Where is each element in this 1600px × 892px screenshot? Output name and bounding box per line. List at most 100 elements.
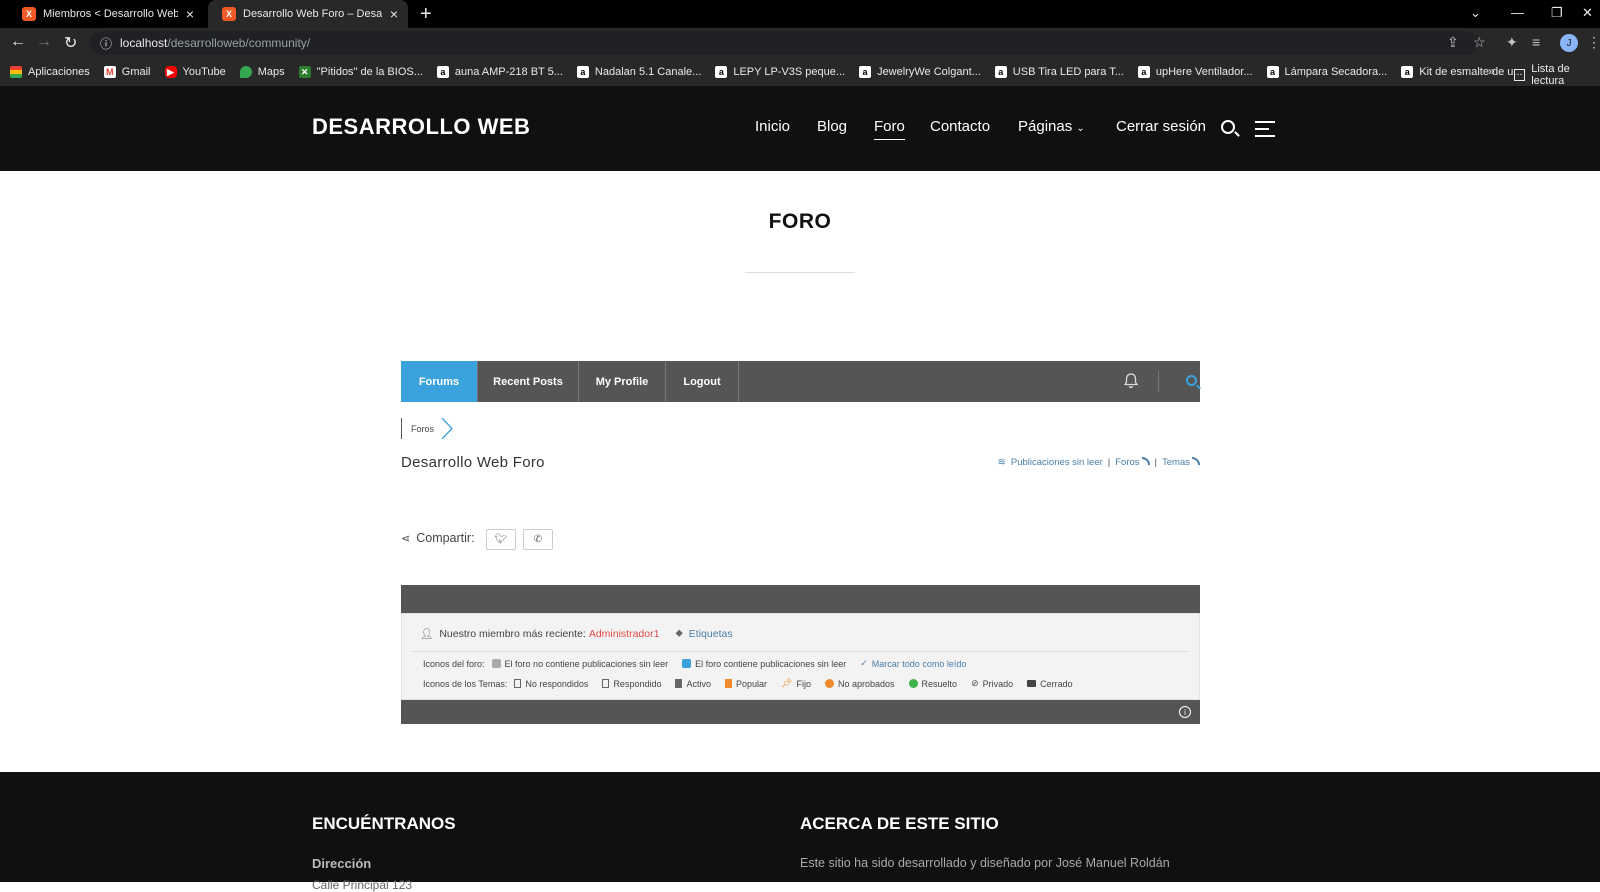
amazon-icon: a [576, 66, 589, 78]
nav-foro[interactable]: Foro [874, 118, 905, 140]
bookmark-item[interactable]: a Nadalan 5.1 Canale... [576, 66, 701, 78]
close-window-button[interactable]: ✕ [1582, 5, 1593, 21]
tab-logout[interactable]: Logout [666, 361, 739, 402]
minimize-button[interactable]: — [1511, 5, 1524, 20]
bookmark-label: upHere Ventilador... [1155, 66, 1253, 78]
reading-list[interactable]: Lista de lectura [1514, 63, 1600, 87]
newest-member-link[interactable]: Administrador1 [589, 628, 660, 640]
tags-link[interactable]: Etiquetas [689, 628, 733, 640]
extensions-icon[interactable]: ✦ [1506, 34, 1518, 51]
bookmark-item[interactable]: Aplicaciones [10, 66, 90, 78]
forums-rss-label: Foros [1115, 457, 1140, 468]
tab-my-profile[interactable]: My Profile [579, 361, 666, 402]
close-icon[interactable]: × [390, 6, 398, 22]
bookmark-item[interactable]: ▶ YouTube [164, 66, 226, 78]
amazon-icon: a [859, 66, 872, 78]
legend-text: El foro contiene publicaciones sin leer [695, 658, 847, 669]
chat-icon [491, 659, 501, 668]
amazon-icon: a [1266, 66, 1279, 78]
search-icon[interactable] [1221, 120, 1235, 134]
bookmark-label: "Pitidos" de la BIOS... [316, 66, 423, 78]
bookmark-item[interactable]: a Kit de esmalte de u... [1401, 66, 1523, 78]
browser-tab-forum[interactable]: X Desarrollo Web Foro – Desarrollo × [208, 0, 408, 28]
forward-icon[interactable]: → [36, 33, 52, 51]
close-icon[interactable]: × [186, 6, 194, 22]
newest-member-prefix: Nuestro miembro más reciente: [439, 627, 586, 640]
legend-text: Activo [686, 678, 711, 689]
site-brand[interactable]: DESARROLLO WEB [312, 114, 530, 140]
hamburger-menu-icon[interactable] [1255, 121, 1275, 142]
legend-no-unread: El foro no contiene publicaciones sin le… [491, 658, 676, 669]
legend-item: No respondidos [514, 679, 595, 689]
newest-member-row: 👤︎ Nuestro miembro más reciente: Adminis… [420, 627, 733, 640]
forum-search-icon[interactable] [1186, 375, 1197, 386]
nav-contacto[interactable]: Contacto [930, 118, 990, 135]
rss-icon [1192, 457, 1200, 465]
legend-text: Cerrado [1040, 678, 1073, 689]
bookmark-item[interactable]: a USB Tira LED para T... [994, 66, 1124, 78]
topics-rss-link[interactable]: Temas [1162, 457, 1200, 468]
whatsapp-share-button[interactable]: ✆ [523, 529, 553, 550]
nav-blog[interactable]: Blog [817, 118, 847, 135]
browser-toolbar: ← → ↻ ⓘ localhost/desarrolloweb/communit… [0, 28, 1600, 58]
bookmark-item[interactable]: a Lámpara Secadora... [1266, 66, 1387, 78]
browser-tab-members[interactable]: X Miembros < Desarrollo Web — W × [8, 0, 204, 28]
share-icon[interactable]: ⇪ [1447, 34, 1459, 51]
reading-list-label: Lista de lectura [1531, 63, 1570, 87]
address-bar[interactable]: ⓘ localhost/desarrolloweb/community/ [90, 31, 1478, 55]
nav-cerrar-sesion[interactable]: Cerrar sesión [1116, 118, 1206, 135]
tag-icon: ⬥ [675, 627, 683, 639]
nav-inicio[interactable]: Inicio [755, 118, 790, 135]
bookmark-label: YouTube [182, 66, 226, 78]
bell-icon[interactable] [1124, 373, 1138, 389]
nav-paginas[interactable]: Páginas ⌄ [1018, 118, 1085, 135]
forum-stats-panel: 👤︎ Nuestro miembro más reciente: Adminis… [401, 613, 1200, 700]
unread-posts-link[interactable]: Publicaciones sin leer [1011, 457, 1103, 468]
bookmark-item[interactable]: ✕ "Pitidos" de la BIOS... [298, 66, 423, 78]
restore-button[interactable]: ❐ [1551, 5, 1563, 21]
tab-recent-posts[interactable]: Recent Posts [478, 361, 579, 402]
url-host: localhost [120, 36, 168, 50]
menu-divider [1158, 371, 1159, 392]
nav-paginas-label: Páginas [1018, 118, 1073, 135]
user-plus-icon: 👤︎ [420, 628, 434, 640]
back-icon[interactable]: ← [10, 33, 26, 51]
twitter-share-button[interactable]: 🐦︎ [486, 529, 516, 550]
menu-dots-icon[interactable]: ⋮ [1587, 34, 1600, 51]
legend-text: El foro no contiene publicaciones sin le… [504, 658, 669, 669]
reload-icon[interactable]: ↻ [64, 33, 77, 53]
tab-forums[interactable]: Forums [401, 361, 478, 402]
forums-rss-link[interactable]: Foros [1115, 457, 1150, 468]
thumbtack-icon: 📌︎ [781, 678, 793, 688]
legend-text: Privado [982, 678, 1014, 689]
legend-text: No aprobados [837, 678, 895, 689]
breadcrumb-item: Foros [411, 423, 435, 434]
info-icon[interactable]: i [1179, 706, 1191, 718]
bookmark-item[interactable]: a upHere Ventilador... [1137, 66, 1253, 78]
amazon-icon: a [715, 66, 728, 78]
tab-search-icon[interactable]: ⌄ [1470, 5, 1481, 21]
bookmarks-overflow-icon[interactable]: » [1488, 64, 1495, 78]
mark-all-read-label: Marcar todo como leído [871, 658, 967, 669]
bookmark-item[interactable]: Maps [239, 66, 285, 78]
legend-item: 📌︎ Fijo [781, 678, 818, 689]
file-popular-icon [725, 679, 732, 688]
legend-text: No respondidos [525, 678, 589, 689]
bookmark-item[interactable]: M Gmail [103, 66, 151, 78]
chip-icon: ✕ [298, 66, 311, 78]
bookmark-item[interactable]: a JewelryWe Colgant... [859, 66, 981, 78]
footer-address-label: Dirección [312, 856, 372, 871]
mark-all-read-link[interactable]: ✓ Marcar todo como leído [860, 658, 973, 669]
new-tab-button[interactable]: + [420, 3, 432, 26]
chat-icon [682, 659, 692, 668]
star-icon[interactable]: ☆ [1473, 34, 1486, 51]
media-icon[interactable]: ≡ [1532, 34, 1540, 50]
bookmark-item[interactable]: a LEPY LP-V3S peque... [715, 66, 845, 78]
avatar[interactable]: J [1560, 34, 1578, 52]
legend-item: ⊘ Privado [971, 678, 1020, 689]
footer-heading-find-us: ENCUÉNTRANOS [312, 814, 456, 833]
lock-icon [1027, 680, 1037, 687]
bookmark-item[interactable]: a auna AMP-218 BT 5... [436, 66, 563, 78]
info-icon[interactable]: ⓘ [100, 35, 112, 52]
legend-text: Fijo [796, 678, 811, 689]
